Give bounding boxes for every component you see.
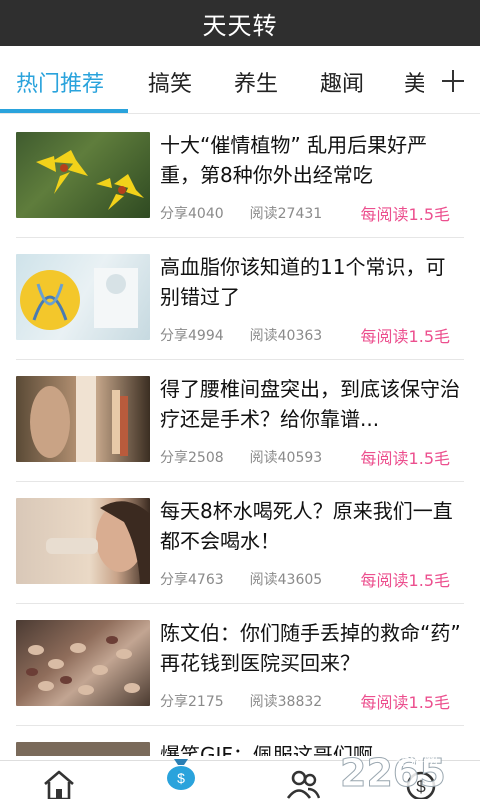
article-thumbnail: [16, 742, 150, 756]
tab-overflow[interactable]: 美: [404, 66, 424, 106]
bottom-nav: $ $: [0, 759, 480, 800]
article-stats: 分享2175 阅读38832: [160, 691, 322, 711]
read-count: 阅读38832: [249, 694, 323, 710]
reward-label: 每阅读1.5毛: [360, 205, 450, 224]
article-title: 高血脂你该知道的11个常识，可别错过了: [160, 255, 446, 309]
share-count: 分享2175: [160, 694, 224, 710]
article-item[interactable]: 每天8杯水喝死人？原来我们一直都不会喝水！ 分享4763 阅读43605 每阅读1…: [0, 482, 480, 604]
svg-text:$: $: [416, 777, 426, 796]
article-title: 爆笑GIF：佩服这哥们啊: [160, 743, 373, 756]
dollar-coin-icon[interactable]: $: [404, 769, 444, 800]
read-count: 阅读40593: [249, 450, 323, 466]
article-title: 每天8杯水喝死人？原来我们一直都不会喝水！: [160, 499, 453, 553]
active-tab-indicator: [0, 109, 128, 113]
read-count: 阅读27431: [249, 206, 323, 222]
reward-label: 每阅读1.5毛: [360, 327, 450, 346]
article-item[interactable]: 十大“催情植物” 乱用后果好严重，第8种你外出经常吃 分享4040 阅读27431…: [0, 116, 480, 238]
tab-funny[interactable]: 搞笑: [148, 66, 192, 98]
article-stats: 分享2508 阅读40593: [160, 447, 322, 467]
reward-label: 每阅读1.5毛: [360, 571, 450, 590]
tab-hot-recommend[interactable]: 热门推荐: [16, 66, 104, 98]
article-thumbnail: [16, 254, 150, 340]
article-stats: 分享4763 阅读43605: [160, 569, 322, 589]
add-category-icon[interactable]: [442, 70, 464, 92]
money-bag-icon[interactable]: $: [164, 751, 204, 790]
article-title: 十大“催情植物” 乱用后果好严重，第8种你外出经常吃: [160, 133, 428, 187]
home-icon[interactable]: [42, 769, 82, 800]
share-count: 分享2508: [160, 450, 224, 466]
app-title: 天天转: [202, 11, 278, 40]
article-item[interactable]: 高血脂你该知道的11个常识，可别错过了 分享4994 阅读40363 每阅读1.5…: [0, 238, 480, 360]
article-item[interactable]: 陈文伯：你们随手丢掉的救命“药” 再花钱到医院买回来？ 分享2175 阅读3883…: [0, 604, 480, 726]
article-thumbnail: [16, 620, 150, 706]
article-item[interactable]: 爆笑GIF：佩服这哥们啊: [0, 726, 480, 756]
article-title: 得了腰椎间盘突出，到底该保守治疗还是手术？给你靠谱...: [160, 377, 460, 431]
read-count: 阅读43605: [249, 572, 323, 588]
reward-label: 每阅读1.5毛: [360, 693, 450, 712]
tab-health[interactable]: 养生: [234, 66, 278, 98]
reward-label: 每阅读1.5毛: [360, 449, 450, 468]
article-stats: 分享4040 阅读27431: [160, 203, 322, 223]
share-count: 分享4763: [160, 572, 224, 588]
title-bar: 天天转: [0, 0, 480, 46]
article-title: 陈文伯：你们随手丢掉的救命“药” 再花钱到医院买回来？: [160, 621, 461, 675]
tab-anecdotes[interactable]: 趣闻: [320, 66, 364, 98]
article-thumbnail: [16, 376, 150, 462]
read-count: 阅读40363: [249, 328, 323, 344]
article-stats: 分享4994 阅读40363: [160, 325, 322, 345]
article-item[interactable]: 得了腰椎间盘突出，到底该保守治疗还是手术？给你靠谱... 分享2508 阅读405…: [0, 360, 480, 482]
svg-text:$: $: [177, 770, 185, 786]
share-count: 分享4994: [160, 328, 224, 344]
article-thumbnail: [16, 498, 150, 584]
friends-icon[interactable]: [286, 769, 326, 800]
share-count: 分享4040: [160, 206, 224, 222]
article-thumbnail: [16, 132, 150, 218]
